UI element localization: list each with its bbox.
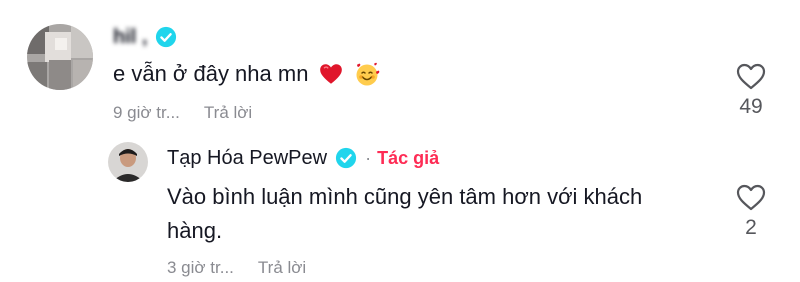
comment-meta: 9 giờ tr... Trả lời (113, 103, 252, 123)
reply-username-row: Tạp Hóa PewPew · Tác giả (167, 144, 439, 172)
comment-list: hil , e vẫn ở đây nha mn 9 giờ tr... Trả… (0, 0, 800, 282)
like-count: 49 (739, 95, 763, 118)
reply-like-group: 2 (729, 182, 773, 240)
verified-badge-icon (335, 147, 357, 169)
comment-username-row: hil , (113, 23, 177, 51)
like-group: 49 (729, 61, 773, 119)
like-heart-icon[interactable] (735, 182, 767, 212)
reply-username[interactable]: Tạp Hóa PewPew (167, 147, 327, 170)
smiling-face-with-hearts-icon (356, 62, 380, 86)
like-count: 2 (745, 216, 757, 239)
comment-timestamp: 9 giờ tr... (113, 103, 180, 122)
reply-button[interactable]: Trả lời (258, 258, 306, 278)
reply-button[interactable]: Trả lời (204, 103, 252, 123)
reply-meta: 3 giờ tr... Trả lời (167, 258, 306, 278)
separator-dot: · (365, 147, 372, 168)
comment-text-content: e vẫn ở đây nha mn (113, 61, 309, 86)
author-badge: Tác giả (377, 147, 440, 168)
reply-timestamp: 3 giờ tr... (167, 258, 234, 277)
verified-badge-icon (156, 26, 177, 48)
like-heart-icon[interactable] (735, 61, 767, 91)
avatar[interactable] (27, 24, 93, 90)
comment-text: e vẫn ở đây nha mn (113, 59, 380, 89)
reply-avatar[interactable] (108, 142, 148, 182)
red-heart-icon (320, 64, 343, 84)
reply-text: Vào bình luận mình cũng yên tâm hơn với … (167, 184, 643, 243)
comment-username[interactable]: hil , (113, 26, 147, 49)
